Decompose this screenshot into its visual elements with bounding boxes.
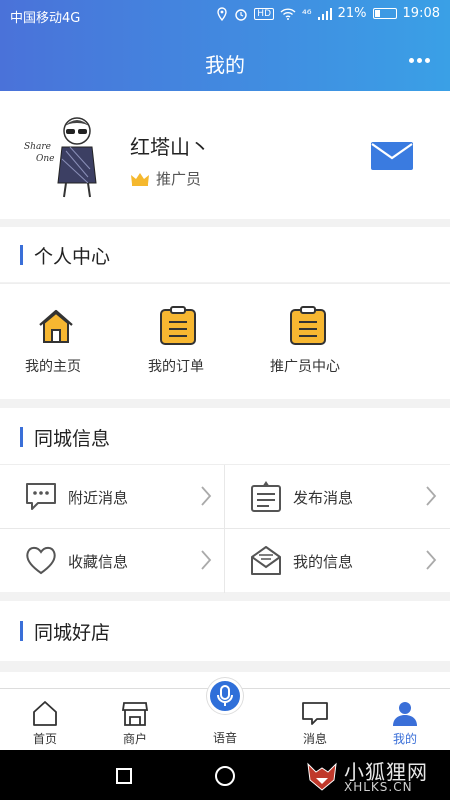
voice-button[interactable] (207, 678, 243, 714)
tab-label: 我的 (392, 732, 417, 746)
section-local-shops: 同城好店 (0, 601, 450, 661)
profile-card[interactable]: Share One 红塔山丶 推广员 (0, 91, 450, 219)
alarm-icon (235, 8, 247, 21)
home-icon (39, 309, 73, 343)
role-label: 推广员 (156, 170, 202, 188)
tab-label: 消息 (302, 732, 327, 746)
publish-icon (251, 481, 281, 512)
clipboard-icon (160, 306, 196, 345)
carrier-label: 中国移动4G (10, 11, 81, 26)
list-label: 发布消息 (293, 489, 354, 507)
section-personal-center: 个人中心 (0, 227, 450, 282)
avatar[interactable]: Share One (22, 109, 112, 199)
promoter-center-button[interactable]: 推广员中心 (270, 284, 420, 400)
microphone-icon (217, 685, 233, 706)
tab-label: 首页 (32, 732, 57, 746)
message-icon (302, 702, 328, 725)
status-bar: 中国移动4G HD ⁴⁶ 21% 19:08 (0, 0, 450, 30)
section-marker (20, 427, 23, 447)
section-title: 同城信息 (34, 428, 111, 450)
chevron-right-icon (426, 550, 437, 570)
section-title: 个人中心 (34, 246, 111, 268)
local-info-list: 附近消息 发布消息 收藏信息 我的信息 (0, 464, 450, 593)
chevron-right-icon (201, 550, 212, 570)
mail-icon[interactable] (370, 141, 414, 171)
section-marker (20, 245, 23, 265)
chat-dots-icon (26, 483, 56, 510)
user-icon (393, 702, 417, 726)
app-header: 中国移动4G HD ⁴⁶ 21% 19:08 我的 (0, 0, 450, 91)
home-outline-icon (33, 701, 57, 726)
section-marker (20, 621, 23, 641)
list-label: 收藏信息 (68, 553, 129, 571)
section-title: 同城好店 (34, 622, 111, 644)
crown-icon (131, 172, 149, 186)
more-dot-icon (408, 57, 414, 63)
list-label: 附近消息 (68, 489, 129, 507)
hd-badge: HD (254, 7, 274, 20)
tab-label-voice: 语音 (212, 731, 237, 745)
clipboard-icon (290, 306, 326, 345)
status-icons: HD ⁴⁶ 21% 19:08 (216, 6, 440, 21)
home-button[interactable] (215, 766, 235, 786)
grid-label: 我的订单 (148, 359, 204, 375)
tab-mine[interactable]: 我的 (360, 689, 450, 751)
envelope-icon (251, 546, 281, 575)
page-title: 我的 (205, 53, 245, 77)
fox-logo-icon (307, 762, 337, 791)
tab-home[interactable]: 首页 (0, 689, 90, 751)
personal-center-grid: 我的主页 我的订单 推广员中心 (0, 283, 450, 399)
more-dot-icon (424, 57, 430, 63)
user-role: 推广员 (130, 168, 201, 189)
chevron-right-icon (426, 486, 437, 506)
location-icon (217, 6, 227, 21)
avatar-text: Share (24, 142, 51, 152)
more-dot-icon (416, 57, 422, 63)
watermark: 小狐狸网 XHLKS.CN (302, 754, 442, 798)
shop-icon (121, 702, 149, 726)
grid-label: 推广员中心 (270, 359, 340, 375)
battery-icon (372, 8, 397, 19)
list-label: 我的信息 (293, 553, 354, 571)
more-options-button[interactable] (404, 48, 434, 72)
nearby-messages-button[interactable]: 附近消息 (0, 465, 224, 528)
section-local-info: 同城信息 (0, 408, 450, 464)
signal-icon (317, 7, 332, 20)
heart-icon (26, 546, 56, 575)
my-homepage-button[interactable]: 我的主页 (0, 284, 150, 400)
chevron-right-icon (201, 486, 212, 506)
wifi-icon (280, 7, 296, 20)
publish-message-button[interactable]: 发布消息 (225, 465, 449, 528)
tab-messages[interactable]: 消息 (270, 689, 360, 751)
favorites-button[interactable]: 收藏信息 (0, 529, 224, 592)
watermark-en: XHLKS.CN (344, 780, 413, 794)
recent-apps-button[interactable] (116, 768, 132, 784)
user-name: 红塔山丶 (130, 135, 210, 159)
grid-label: 我的主页 (25, 359, 81, 375)
tab-merchants[interactable]: 商户 (90, 689, 180, 751)
my-info-button[interactable]: 我的信息 (225, 529, 449, 592)
network-type: ⁴⁶ (302, 6, 312, 21)
tab-label: 商户 (122, 732, 147, 746)
clock: 19:08 (402, 6, 440, 21)
battery-percent: 21% (337, 6, 367, 21)
avatar-text: One (36, 154, 55, 164)
